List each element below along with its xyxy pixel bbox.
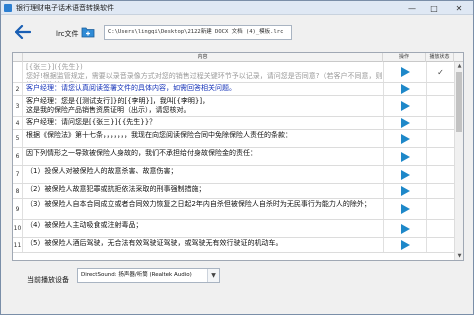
row-number: 7 xyxy=(13,166,23,183)
row-content: （3）被保险人自本合同成立或者合同效力恢复之日起2年内自杀但被保险人自杀时为无民… xyxy=(26,200,371,208)
play-button[interactable] xyxy=(383,199,426,219)
row-number: 9 xyxy=(13,199,23,219)
play-icon xyxy=(400,151,410,162)
play-button[interactable] xyxy=(383,238,426,252)
play-icon xyxy=(400,223,410,234)
play-button[interactable] xyxy=(383,62,426,82)
vertical-scrollbar[interactable]: ▲ ▼ xyxy=(454,62,463,260)
play-button[interactable] xyxy=(383,117,426,129)
play-button[interactable] xyxy=(383,220,426,237)
scroll-down-icon[interactable]: ▼ xyxy=(455,252,463,260)
row-number: 4 xyxy=(13,117,23,129)
play-status xyxy=(426,199,454,219)
play-icon xyxy=(400,169,410,180)
scroll-up-icon[interactable]: ▲ xyxy=(455,62,463,70)
play-status xyxy=(426,117,454,129)
audio-device-value: DirectSound: 扬声器/听筒 (Realtek Audio) xyxy=(81,272,192,278)
play-icon xyxy=(400,186,410,196)
header-content: 内容 xyxy=(23,53,383,62)
toolbar: lrc文件 C:\Users\lingqi\Desktop\2122新建 DOC… xyxy=(1,16,473,52)
row-content: 客户经理：您是{[测试支行]}的[{李明}]，我叫[{李明}]， 这是我的保险产… xyxy=(26,97,210,114)
play-status xyxy=(426,184,454,198)
row-content: 因下列情形之一导致被保险人身故的，我们不承担给付身故保险金的责任： xyxy=(26,149,257,157)
play-icon xyxy=(400,133,410,144)
row-number: 8 xyxy=(13,184,23,198)
maximize-button[interactable]: □ xyxy=(423,1,445,15)
table-row[interactable]: 11 （5）被保险人酒后驾驶，无合法有效驾驶证驾驶，或驾驶无有效行驶证的机动车。 xyxy=(13,238,454,253)
row-number: 5 xyxy=(13,130,23,147)
close-button[interactable]: ✕ xyxy=(445,1,473,15)
row-number: 2 xyxy=(13,83,23,95)
row-content: 客户经理：请问您是[{张三}]{{先生}}？ xyxy=(26,118,157,126)
table-row[interactable]: 5 根据《保险法》第十七条，，，，，，，我现在向您阅读保险合同中免除保险人责任的条… xyxy=(13,130,454,148)
table-row[interactable]: 2 客户经理：请您认真阅读签署文件的具体内容，如需回答相关问题。 xyxy=(13,83,454,96)
table-row[interactable]: 9 （3）被保险人自本合同成立或者合同效力恢复之日起2年内自杀但被保险人自杀时为无… xyxy=(13,199,454,220)
play-button[interactable] xyxy=(383,96,426,116)
back-button[interactable] xyxy=(14,24,32,40)
scroll-thumb[interactable] xyxy=(456,72,462,132)
grid-rows: [{张三}]({先生}) 您好!根据监管规定，需要以录音录像方式对您的销售过程关… xyxy=(13,62,463,260)
minimize-button[interactable]: — xyxy=(401,1,423,15)
back-arrow-icon xyxy=(14,24,32,40)
play-button[interactable] xyxy=(383,148,426,165)
play-button[interactable] xyxy=(383,83,426,95)
play-icon xyxy=(400,101,410,111)
audio-device-select[interactable]: DirectSound: 扬声器/听筒 (Realtek Audio) ▼ xyxy=(77,268,220,283)
table-row[interactable]: 3 客户经理：您是{[测试支行]}的[{李明}]，我叫[{李明}]， 这是我的保险… xyxy=(13,96,454,117)
chevron-down-icon[interactable]: ▼ xyxy=(207,269,219,282)
play-icon xyxy=(400,204,410,214)
play-button[interactable] xyxy=(383,130,426,147)
row-content: （1）投保人对被保险人的故意杀害、故意伤害； xyxy=(26,167,178,175)
table-row[interactable]: 10 （4）被保险人主动吸食或注射毒品； xyxy=(13,220,454,238)
lrc-file-label: lrc文件 xyxy=(56,30,79,38)
app-icon xyxy=(4,3,12,12)
play-icon xyxy=(400,118,410,128)
play-icon xyxy=(400,67,410,77)
play-status: ✓ xyxy=(426,62,454,82)
play-status xyxy=(426,220,454,237)
folder-add-icon xyxy=(81,27,95,38)
play-button[interactable] xyxy=(383,166,426,183)
lrc-path-field[interactable]: C:\Users\lingqi\Desktop\2122新建 DOCX 文档 (… xyxy=(104,25,292,40)
header-op: 操作 xyxy=(383,53,426,62)
play-status xyxy=(426,166,454,183)
row-number xyxy=(13,62,23,82)
play-icon xyxy=(400,84,410,94)
play-status xyxy=(426,130,454,147)
title-bar: 银行理财电子话术语音转换软件 — □ ✕ xyxy=(1,1,473,15)
row-content: （2）被保险人故意犯罪或抗拒依法采取的刑事强制措施； xyxy=(26,185,206,193)
play-status xyxy=(426,83,454,95)
row-number: 10 xyxy=(13,220,23,237)
window-title: 银行理财电子话术语音转换软件 xyxy=(16,3,114,12)
main-window: 银行理财电子话术语音转换软件 — □ ✕ lrc文件 C:\Users\ling… xyxy=(0,0,474,315)
table-row[interactable]: [{张三}]({先生}) 您好!根据监管规定，需要以录音录像方式对您的销售过程关… xyxy=(13,62,454,83)
header-status: 播放状态 xyxy=(426,53,454,62)
row-content: 根据《保险法》第十七条，，，，，，，我现在向您阅读保险合同中免除保险人责任的条款… xyxy=(26,131,292,139)
play-icon xyxy=(400,240,410,250)
row-number: 6 xyxy=(13,148,23,165)
grid-header: 内容 操作 播放状态 xyxy=(13,53,463,62)
play-status xyxy=(426,238,454,252)
play-status xyxy=(426,148,454,165)
window-controls: — □ ✕ xyxy=(401,1,473,15)
header-num xyxy=(13,53,23,62)
play-status xyxy=(426,96,454,116)
row-content: （4）被保险人主动吸食或注射毒品； xyxy=(26,221,143,229)
play-button[interactable] xyxy=(383,184,426,198)
row-content: 客户经理：请您认真阅读签署文件的具体内容，如需回答相关问题。 xyxy=(26,84,236,92)
table-row[interactable]: 7 （1）投保人对被保险人的故意杀害、故意伤害； xyxy=(13,166,454,184)
device-label: 当前播放设备 xyxy=(27,276,69,284)
row-number: 3 xyxy=(13,96,23,116)
row-number: 11 xyxy=(13,238,23,252)
table-row[interactable]: 6 因下列情形之一导致被保险人身故的，我们不承担给付身故保险金的责任： xyxy=(13,148,454,166)
script-grid: 内容 操作 播放状态 [{张三}]({先生}) 您好!根据监管规定，需要以录音录… xyxy=(12,52,464,261)
row-content: （5）被保险人酒后驾驶，无合法有效驾驶证驾驶，或驾驶无有效行驶证的机动车。 xyxy=(26,239,283,247)
table-row[interactable]: 4 客户经理：请问您是[{张三}]{{先生}}？ xyxy=(13,117,454,130)
row-content: [{张三}]({先生}) 您好!根据监管规定，需要以录音录像方式对您的销售过程关… xyxy=(26,63,383,82)
open-file-button[interactable] xyxy=(81,26,95,38)
table-row[interactable]: 8 （2）被保险人故意犯罪或抗拒依法采取的刑事强制措施； xyxy=(13,184,454,199)
